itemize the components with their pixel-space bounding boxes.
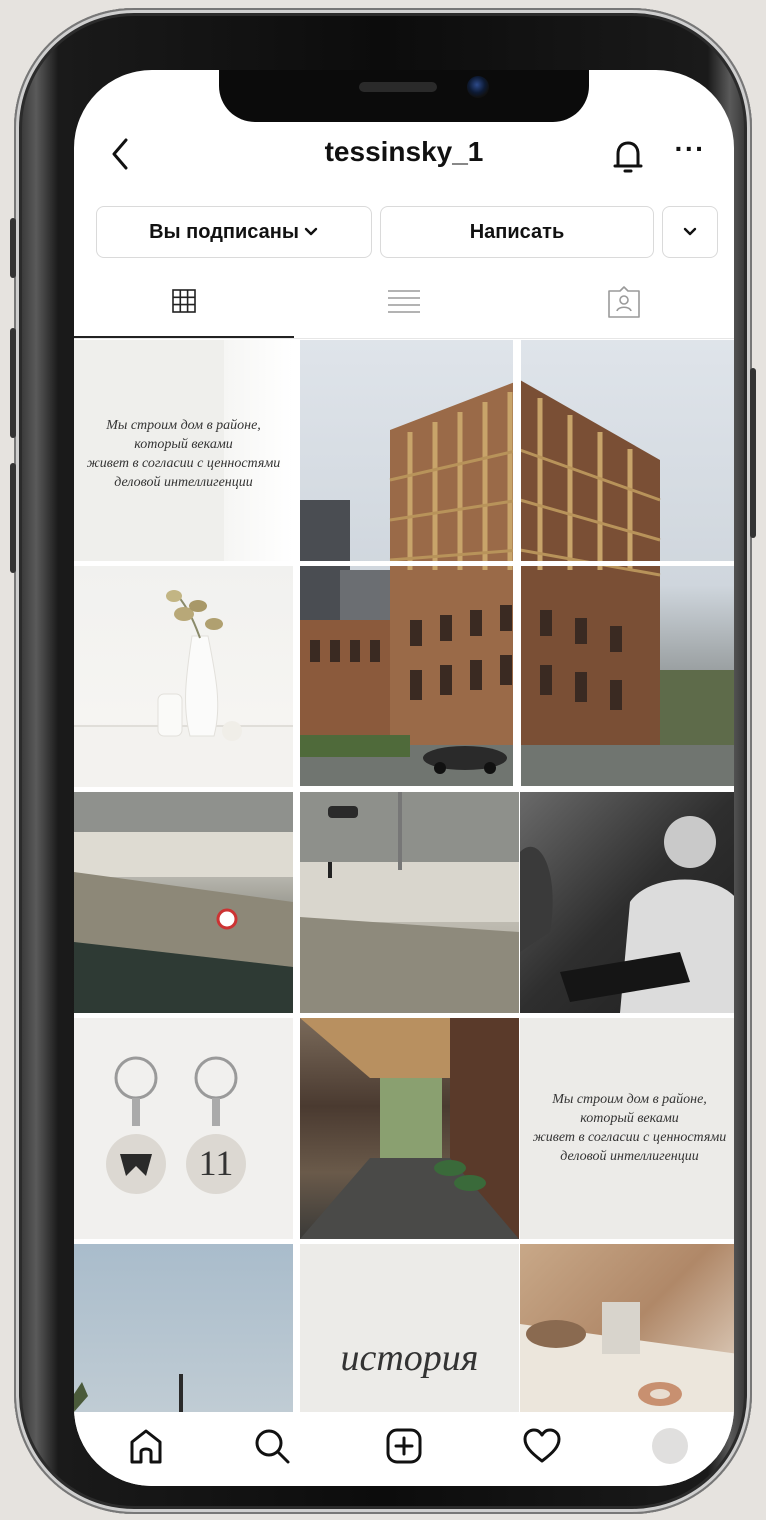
profile-avatar [652,1428,688,1464]
post-quote-text: Мы строим дом в районе, который веками ж… [74,416,293,492]
post-quote[interactable]: Мы строим дом в районе, который веками ж… [74,340,293,561]
volume-down-button [10,463,16,573]
tagged-icon [608,286,640,318]
quote-line: живет в согласии с ценностями [532,1130,727,1145]
street-image [300,792,519,1013]
quote-line: деловой интеллигенции [560,1149,699,1164]
vase-image [74,590,293,787]
tab-tagged[interactable] [514,266,734,338]
post-quote-text: Мы строим дом в районе, который веками ж… [520,1090,734,1166]
quote-line: деловой интеллигенции [114,475,253,490]
more-options-button[interactable]: ··· [670,135,710,170]
nav-new-post[interactable] [382,1424,426,1468]
message-button[interactable]: Написать [380,206,654,258]
post-building[interactable] [300,340,734,786]
grid-icon [172,289,196,313]
heart-icon [523,1428,561,1463]
tab-grid[interactable] [74,266,294,338]
tab-feed[interactable] [294,266,514,338]
front-camera [467,76,489,98]
chevron-down-icon [304,227,318,236]
post-embankment-1[interactable] [74,792,293,1013]
notch [219,70,589,122]
earpiece-speaker [359,82,437,92]
quote-line: который веками [134,437,233,452]
content-tabs [74,266,734,339]
post-bw-man[interactable] [520,792,734,1013]
post-quote-2[interactable]: Мы строим дом в районе, который веками ж… [520,1018,734,1239]
embankment-image [74,792,293,1013]
search-icon [255,1429,290,1464]
chevron-down-icon [683,227,697,236]
following-label: Вы подписаны [149,220,299,243]
screen: tessinsky_1 ··· Вы подписаны Написать Мы… [74,70,734,1486]
man-reading-image [520,816,734,1013]
bell-icon [613,141,643,173]
quote-line: Мы строим дом в районе, [552,1092,707,1107]
nav-activity[interactable] [520,1424,564,1468]
posts-grid: Мы строим дом в районе, который веками ж… [74,340,734,1412]
notifications-button[interactable] [610,136,646,176]
spire-image [74,1374,183,1412]
quote-line: живет в согласии с ценностями [86,456,281,471]
post-ceramics[interactable] [520,1244,734,1412]
nav-home[interactable] [124,1424,168,1468]
new-post-icon [386,1428,422,1464]
mute-switch [10,218,16,278]
keychain-image [106,1056,246,1194]
post-lobby[interactable] [300,1018,519,1239]
post-history[interactable]: история [300,1244,519,1412]
power-button [750,368,756,538]
keychain-number: 11 [198,1143,234,1183]
quote-line: который веками [580,1111,679,1126]
nav-profile[interactable] [648,1424,692,1468]
volume-up-button [10,328,16,438]
phone-frame: tessinsky_1 ··· Вы подписаны Написать Мы… [10,8,756,1514]
home-icon [130,1429,162,1464]
post-sky[interactable] [74,1244,293,1412]
post-vase[interactable] [74,566,293,787]
suggested-accounts-button[interactable] [662,206,718,258]
profile-header: tessinsky_1 ··· [74,128,734,180]
ceramics-image [520,1302,734,1412]
quote-line: Мы строим дом в районе, [106,418,261,433]
post-embankment-2[interactable] [300,792,519,1013]
message-label: Написать [469,220,565,243]
post-keychains[interactable]: 11 [74,1018,293,1239]
bottom-navigation [74,1412,734,1486]
nav-search[interactable] [250,1424,294,1468]
lobby-image [300,1018,519,1239]
following-button[interactable]: Вы подписаны [96,206,372,258]
history-label: история [340,1337,479,1379]
list-icon [388,290,420,313]
